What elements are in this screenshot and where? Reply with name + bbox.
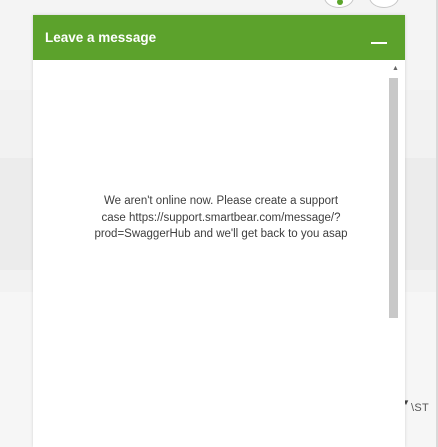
scroll-up-icon[interactable]: ▲	[392, 65, 399, 72]
offline-message-line: We aren't online now. Please create a su…	[103, 195, 339, 207]
offline-message: We aren't online now. Please create a su…	[61, 193, 381, 243]
chat-body: ▲ We aren't online now. Please create a …	[33, 60, 405, 447]
minimize-button[interactable]	[367, 26, 391, 50]
offline-message-line: case https://support.smartbear.com/messa…	[101, 211, 341, 224]
chat-header[interactable]: Leave a message	[33, 15, 405, 60]
scrollbar-thumb[interactable]	[389, 78, 398, 318]
status-dot-icon	[337, 0, 343, 5]
minimize-icon	[371, 41, 387, 44]
chat-widget: Leave a message ▲ We aren't online now. …	[33, 15, 405, 447]
chat-title: Leave a message	[45, 30, 157, 45]
background-corner-text: \ST	[411, 402, 430, 414]
offline-message-line: prod=SwaggerHub and we'll get back to yo…	[94, 228, 348, 240]
